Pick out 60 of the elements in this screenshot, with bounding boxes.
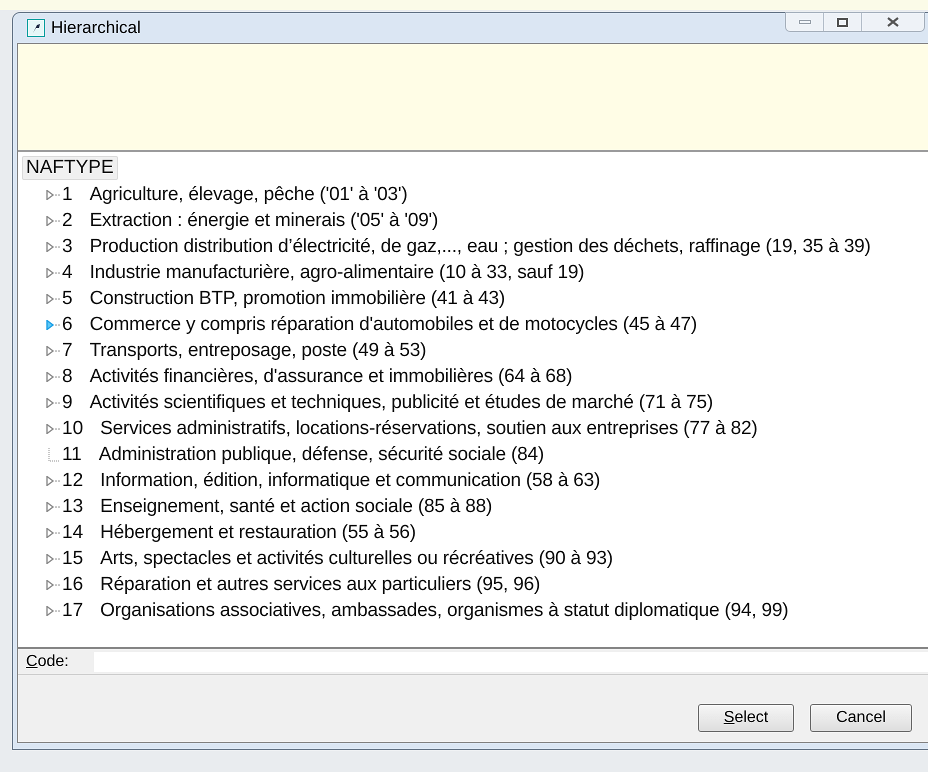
tree-item-code[interactable]: 10	[62, 414, 84, 444]
expand-arrow-icon[interactable]	[46, 580, 60, 590]
expand-arrow-icon[interactable]	[46, 216, 60, 226]
tree-item-label[interactable]: Commerce y compris réparation d'automobiles et de motocycles (45 à 47)	[90, 310, 697, 340]
tree-item-label[interactable]: Réparation et autres services aux particuliers (95, 96)	[100, 570, 540, 600]
tree-item-label[interactable]: Hébergement et restauration (55 à 56)	[100, 518, 416, 548]
tree-item-code[interactable]: 9	[62, 388, 73, 418]
expand-arrow-icon[interactable]	[46, 242, 60, 252]
code-label: Code:	[26, 652, 70, 672]
tree-item-code[interactable]: 4	[62, 258, 73, 288]
expand-arrow-icon[interactable]	[46, 372, 60, 382]
tree-item-label[interactable]: Administration publique, défense, sécurité sociale (84)	[98, 440, 544, 470]
tree-item-code[interactable]: 16	[62, 570, 84, 600]
tree-item-code[interactable]: 3	[62, 232, 73, 262]
tree-item-label[interactable]: Extraction : énergie et minerais ('05' à '09')	[90, 206, 438, 236]
tree-item-label[interactable]: Organisations associatives, ambassades, organismes à statut diplomatique (94, 99)	[100, 596, 788, 626]
tree-item-code[interactable]: 17	[62, 596, 84, 626]
tree-line-icon	[48, 448, 60, 462]
tree-item-code[interactable]: 6	[62, 310, 73, 340]
tree-item-code[interactable]: 1	[62, 180, 73, 210]
tree-item-label[interactable]: Arts, spectacles et activités culturelles ou récréatives (90 à 93)	[100, 544, 613, 574]
window-title: Hierarchical	[51, 17, 141, 40]
expand-arrow-icon[interactable]	[46, 294, 60, 304]
tree-item-code[interactable]: 12	[62, 466, 84, 496]
expand-arrow-icon[interactable]	[46, 190, 60, 200]
select-button[interactable]: Select	[698, 704, 794, 732]
expand-arrow-icon[interactable]	[46, 268, 60, 278]
expand-arrow-icon[interactable]	[46, 320, 60, 330]
minimize-icon	[798, 20, 810, 24]
tree-item-code[interactable]: 15	[62, 544, 84, 574]
tree-item-label[interactable]: Information, édition, informatique et communication (58 à 63)	[100, 466, 600, 496]
expand-arrow-icon[interactable]	[46, 502, 60, 512]
cancel-button[interactable]: Cancel	[810, 704, 912, 732]
tree-item-code[interactable]: 7	[62, 336, 73, 366]
expand-arrow-icon[interactable]	[46, 424, 60, 434]
maximize-icon	[837, 18, 848, 26]
column-header[interactable]: NAFTYPE	[22, 156, 118, 180]
expand-arrow-icon[interactable]	[46, 346, 60, 356]
tree-item-code[interactable]: 5	[62, 284, 73, 314]
tree-item-label[interactable]: Industrie manufacturière, agro-alimentaire (10 à 33, sauf 19)	[90, 258, 584, 288]
tree-item-code[interactable]: 11	[62, 440, 82, 470]
tree-item-label[interactable]: Transports, entreposage, poste (49 à 53)	[90, 336, 426, 366]
tree-item-label[interactable]: Production distribution d’électricité, de gaz,..., eau ; gestion des déchets, raffinage (19, 35 à 39)	[90, 232, 871, 262]
tree-item-code[interactable]: 8	[62, 362, 73, 392]
tree-item-code[interactable]: 2	[62, 206, 73, 236]
app-icon	[27, 19, 45, 37]
expand-arrow-icon[interactable]	[46, 398, 60, 408]
expand-arrow-icon[interactable]	[46, 476, 60, 486]
tree-item-code[interactable]: 14	[62, 518, 84, 548]
tree-item-label[interactable]: Activités scientifiques et techniques, publicité et études de marché (71 à 75)	[90, 388, 713, 418]
tree-item-label[interactable]: Construction BTP, promotion immobilière (41 à 43)	[90, 284, 506, 314]
tree-item-code[interactable]: 13	[62, 492, 84, 522]
tree-item-label[interactable]: Agriculture, élevage, pêche ('01' à '03')	[90, 180, 408, 210]
close-icon	[887, 17, 899, 27]
tree-item-label[interactable]: Services administratifs, locations-réservations, soutien aux entreprises (77 à 82)	[100, 414, 758, 444]
expand-arrow-icon[interactable]	[46, 554, 60, 564]
expand-arrow-icon[interactable]	[46, 528, 60, 538]
tree-item-label[interactable]: Activités financières, d'assurance et immobilières (64 à 68)	[90, 362, 572, 392]
tree-item-label[interactable]: Enseignement, santé et action sociale (85 à 88)	[100, 492, 492, 522]
expand-arrow-icon[interactable]	[46, 606, 60, 616]
